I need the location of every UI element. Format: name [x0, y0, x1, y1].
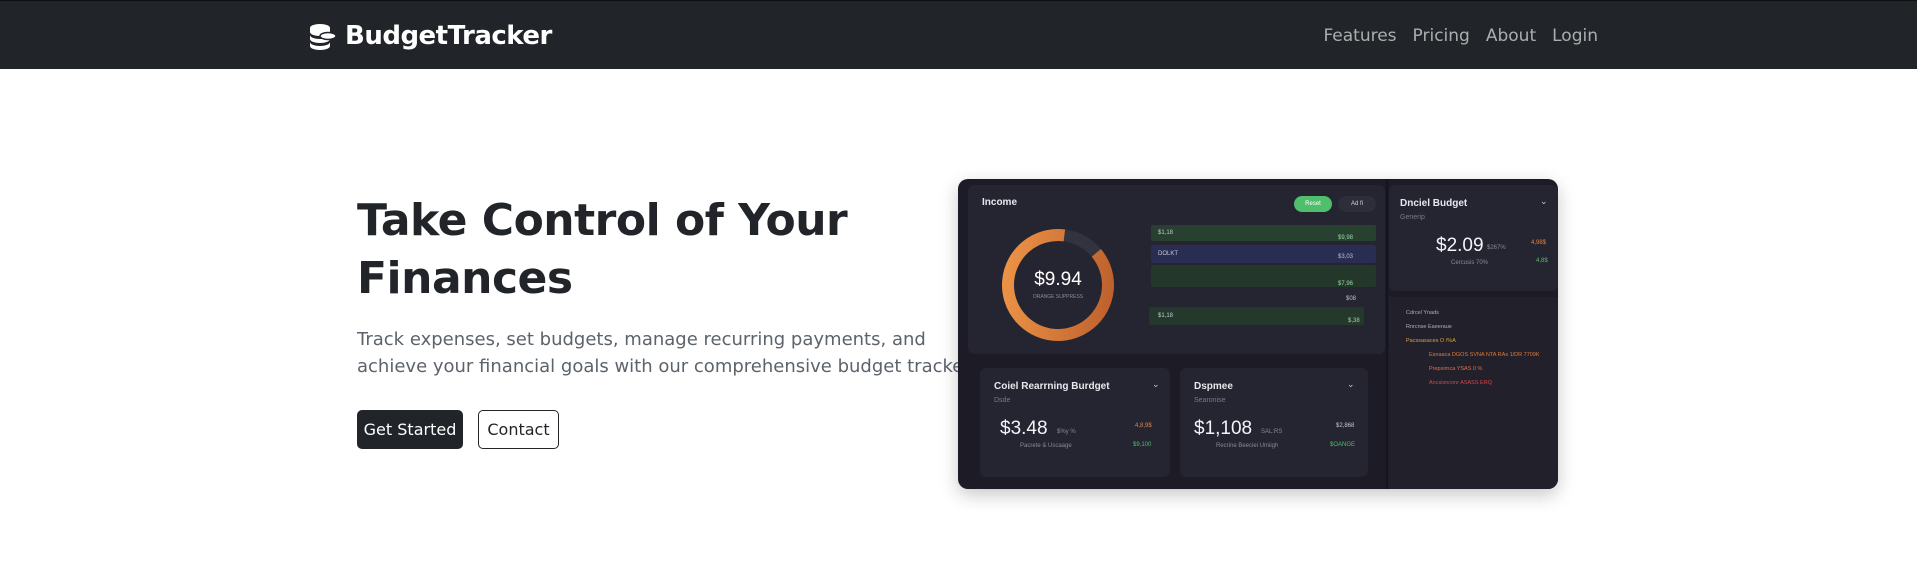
recurring-suffix: $%y % — [1057, 429, 1076, 435]
brand-name: BudgetTracker — [345, 21, 552, 51]
nav-links: Features Pricing About Login — [1323, 26, 1598, 46]
list-row-2: Rnrcnse Eaeeraue — [1406, 324, 1452, 330]
list-row-1: Cdrcel Ynads — [1406, 310, 1439, 316]
annual-budget-title: Dnciel Budget — [1400, 198, 1468, 209]
brand-link[interactable]: BudgetTracker — [308, 21, 552, 51]
expense-side-top: $2,868 — [1336, 423, 1355, 429]
expense-amount: $1,108 — [1194, 418, 1253, 439]
income-bar-2-value: $3,03 — [1338, 254, 1354, 260]
get-started-button[interactable]: Get Started — [357, 410, 463, 449]
expense-note: Recrine Beeciei Umiigh — [1216, 443, 1279, 449]
top-navbar: BudgetTracker Features Pricing About Log… — [0, 0, 1917, 69]
annual-budget-panel: Dnciel Budget ⌄ Generip $2.09 $267% Cerc… — [1389, 185, 1558, 291]
list-row-3: Pacssasaces O /%A — [1406, 338, 1456, 344]
income-bar-2-label: DOLKT — [1158, 251, 1179, 257]
recurring-budget-panel: Coiel Rearrning Burdget ⌄ Dsde $3.48 $%y… — [980, 368, 1170, 477]
panel-divider — [1386, 179, 1388, 489]
income-bar-1-label: $1,18 — [1158, 230, 1174, 236]
income-bar-5-value: $,38 — [1348, 318, 1360, 324]
reset-pill: Reset — [1294, 196, 1332, 212]
chevron-down-icon: ⌄ — [1152, 379, 1160, 389]
income-title: Income — [982, 197, 1018, 208]
hero-title: Take Control of Your Finances — [357, 192, 917, 308]
nav-link-features[interactable]: Features — [1323, 26, 1396, 46]
income-bar-5-label: $1,18 — [1158, 313, 1174, 319]
expense-subtitle: Searonise — [1194, 397, 1226, 404]
hero-subtitle: Track expenses, set budgets, manage recu… — [357, 329, 975, 377]
expense-panel: Dspmee ⌄ Searonise $1,108 SAL:RS Recrine… — [1180, 368, 1368, 477]
recurring-note: Pacrete & Uscaage — [1020, 443, 1072, 449]
nav-link-about[interactable]: About — [1486, 26, 1536, 46]
list-row-6: Ancsisnconr ASASS ERQ — [1429, 380, 1492, 386]
dashboard-preview-image: Income Reset Ad fi $9.94 ORANGE SUPPRESS… — [958, 179, 1558, 489]
nav-link-pricing[interactable]: Pricing — [1413, 26, 1470, 46]
hero-title-line2: Finances — [357, 253, 573, 304]
income-bar-1-value: $9,98 — [1338, 235, 1354, 241]
chevron-down-icon: ⌄ — [1540, 196, 1548, 206]
income-bar-3-value: $7,96 — [1338, 281, 1354, 287]
donut-label: ORANGE SUPPRESS — [1032, 294, 1084, 300]
recurring-green: $9,100 — [1133, 442, 1152, 448]
coins-stack-icon — [310, 24, 337, 50]
expense-title: Dspmee — [1194, 381, 1233, 392]
donut-value: $9.94 — [1034, 269, 1082, 290]
chevron-down-icon: ⌄ — [1347, 379, 1355, 389]
contact-button[interactable]: Contact — [478, 410, 559, 449]
recurring-amount: $3.48 — [1000, 418, 1048, 439]
annual-budget-suffix: $267% — [1487, 245, 1506, 251]
income-bar-4-value: $08 — [1346, 296, 1357, 302]
income-bar-5 — [1149, 307, 1364, 325]
recurring-title: Coiel Rearrning Burdget — [994, 381, 1110, 392]
annual-budget-amount: $2.09 — [1436, 235, 1484, 256]
annual-budget-green: 4,8$ — [1536, 258, 1548, 264]
annual-budget-note: Cercusis 70% — [1451, 260, 1489, 266]
annual-budget-orange: 4,98$ — [1531, 240, 1547, 246]
income-panel: Income Reset Ad fi $9.94 ORANGE SUPPRESS… — [968, 185, 1385, 354]
annual-budget-subtitle: Generip — [1400, 214, 1425, 221]
expense-green: $OANGE — [1330, 442, 1356, 448]
list-row-4: Esnaaca DGOS SVNA NTA RAs 1/DR 7709K — [1429, 352, 1540, 358]
recurring-subtitle: Dsde — [994, 397, 1011, 404]
hero-title-line1: Take Control of Your — [357, 195, 848, 246]
list-row-5: Prepsirnca YSAS 0 % — [1429, 366, 1483, 372]
filter-pill: Ad fi — [1338, 196, 1376, 212]
category-list-panel: Cdrcel Ynads Rnrcnse Eaeeraue Pacssasace… — [1389, 297, 1558, 489]
recurring-orange: 4,8,9$ — [1135, 423, 1152, 429]
expense-suffix: SAL:RS — [1261, 429, 1283, 435]
nav-link-login[interactable]: Login — [1552, 26, 1598, 46]
